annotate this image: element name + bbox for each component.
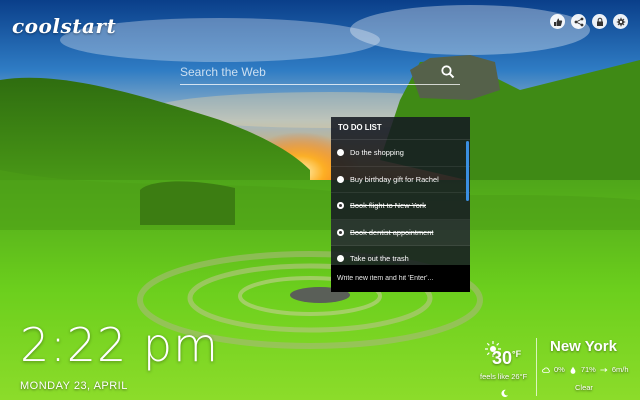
moon-icon [500,385,509,398]
weather-temp-value: 30 [492,348,513,368]
cloud-icon [542,367,550,373]
weather-temperature: 30°F [492,348,521,369]
search-icon[interactable] [440,64,456,80]
todo-checkbox[interactable] [337,228,344,236]
search-bar [180,62,460,85]
weather-widget[interactable]: 30°F feels like 26°F New York 0% 71% 6m/… [470,338,640,400]
todo-panel: TO DO LIST Do the shopping Buy birthday … [331,117,470,292]
todo-item-label: Take out the trash [350,254,409,264]
weather-cloud-value: 0% [554,365,565,374]
todo-item-label: Book flight to New York [350,201,427,211]
weather-humidity-value: 71% [580,365,596,374]
todo-item[interactable]: Book dentist appointment [331,219,470,246]
humidity-icon [570,366,576,374]
todo-new-item [331,265,470,292]
todo-new-input[interactable] [331,265,465,292]
todo-item[interactable]: Book flight to New York [331,193,470,220]
weather-wind-value: 6m/h [611,365,629,374]
weather-condition: Clear [575,383,593,392]
todo-list: Do the shopping Buy birthday gift for Ra… [331,140,470,273]
settings-icon[interactable] [613,14,628,29]
share-icon[interactable] [571,14,586,29]
todo-item-label: Book dentist appointment [350,227,434,237]
wind-icon [600,367,608,372]
todo-item[interactable]: Do the shopping [331,140,470,167]
todo-title: TO DO LIST [331,117,470,140]
top-toolbar [550,14,628,29]
todo-checkbox[interactable] [337,149,344,157]
todo-checkbox[interactable] [337,202,344,210]
todo-item-label: Do the shopping [350,148,404,158]
lock-icon[interactable] [592,14,607,29]
todo-item[interactable]: Buy birthday gift for Rachel [331,167,470,193]
weather-temp-unit: °F [512,349,522,359]
weather-stats: 0% 71% 6m/h [542,365,629,374]
weather-feels-like: feels like 26°F [480,372,528,381]
todo-checkbox[interactable] [337,255,344,263]
todo-item-label: Buy birthday gift for Rachel [350,174,439,184]
weather-divider [536,338,537,396]
search-input[interactable] [180,62,410,82]
todo-checkbox[interactable] [337,175,344,183]
app-logo[interactable]: coolstart [12,14,116,38]
todo-scrollbar[interactable] [466,141,469,201]
like-icon[interactable] [550,14,565,29]
weather-city: New York [550,338,617,355]
clock-date: MONDAY 23, APRIL [20,380,128,392]
clock-time: 2:22 pm [20,318,219,372]
